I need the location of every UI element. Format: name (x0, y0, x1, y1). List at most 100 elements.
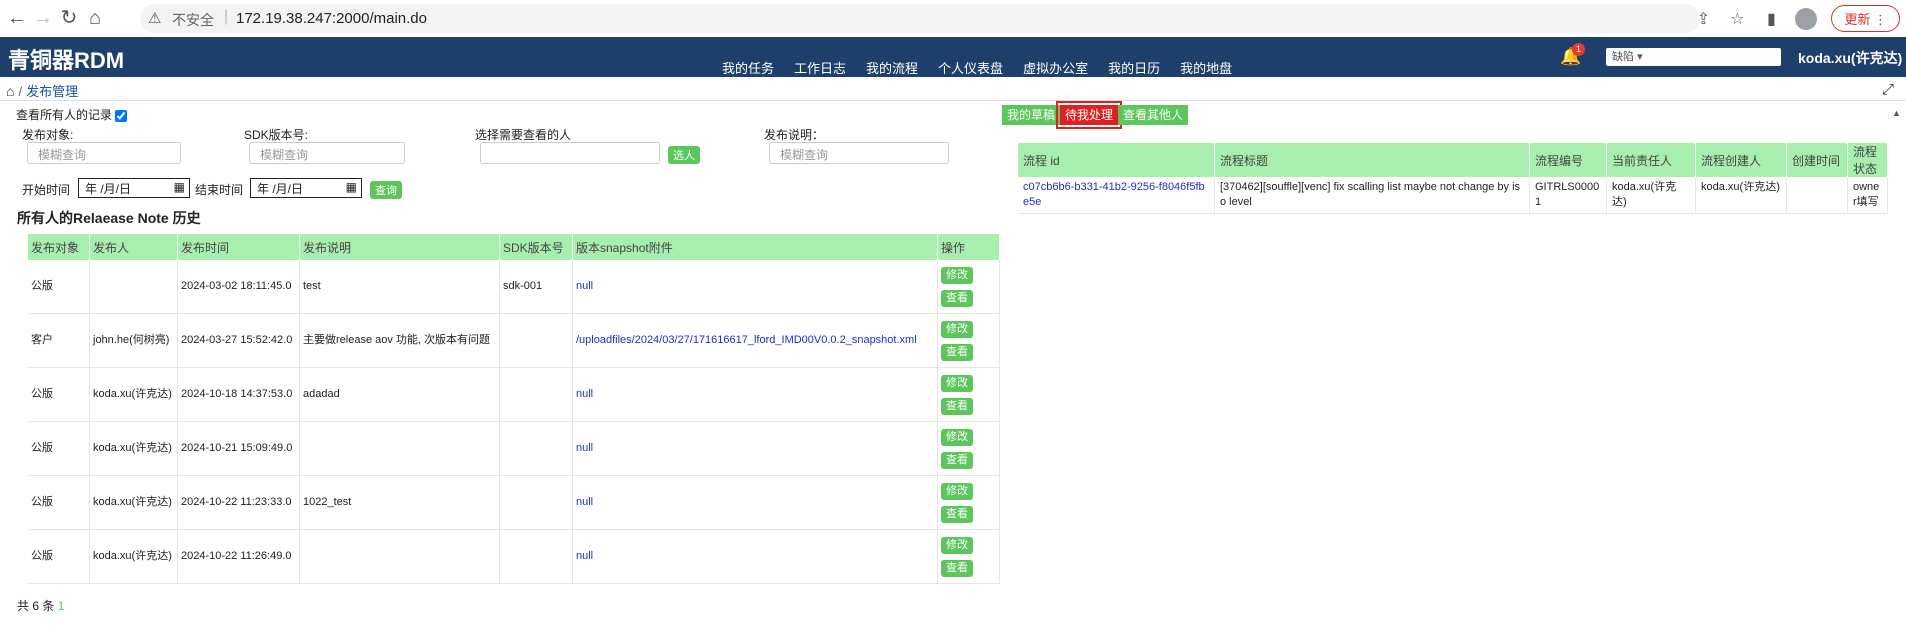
cell-time: 2024-03-27 15:52:42.0 (177, 313, 300, 368)
calendar-icon[interactable]: ▦ (346, 180, 357, 194)
column-header: SDK版本号 (499, 234, 573, 260)
back-icon[interactable]: ← (4, 5, 30, 31)
edit-button[interactable]: 修改 (941, 428, 973, 446)
edit-button[interactable]: 修改 (941, 374, 973, 392)
forward-icon[interactable]: → (30, 5, 56, 31)
cell-snapshot: /uploadfiles/2024/03/27/171616617_lford_… (572, 313, 938, 368)
insecure-label: 不安全 (172, 12, 214, 28)
view-button[interactable]: 查看 (941, 289, 973, 307)
nav-my-calendar[interactable]: 我的日历 (1108, 58, 1160, 77)
update-label: 更新 (1844, 12, 1871, 27)
breadcrumb: ⌂ / 发布管理 (6, 81, 78, 100)
edit-button[interactable]: 修改 (941, 536, 973, 554)
snapshot-link[interactable]: null (576, 496, 593, 508)
edit-button[interactable]: 修改 (941, 482, 973, 500)
column-header: 流程编号 (1529, 143, 1607, 177)
table-row: 客户 john.he(何树亮) 2024-03-27 15:52:42.0 主要… (28, 313, 1000, 368)
cell-desc (299, 529, 500, 584)
snapshot-link[interactable]: null (576, 550, 593, 562)
target-input[interactable]: 模糊查询 (27, 142, 181, 164)
tab-view-others[interactable]: 查看其他人 (1118, 105, 1189, 125)
home-icon[interactable]: ⌂ (82, 5, 108, 31)
app-logo[interactable]: 青铜器RDM (8, 43, 124, 75)
warning-icon: ⚠ (148, 10, 162, 27)
view-button[interactable]: 查看 (941, 397, 973, 415)
current-user[interactable]: koda.xu(许克达) (1798, 48, 1902, 68)
workflow-id-link[interactable]: c07cb6b6-b331-41b2-9256-f8046f5fbe5e (1023, 181, 1205, 208)
select-person-button[interactable]: 选人 (668, 146, 700, 164)
person-input[interactable] (480, 142, 660, 164)
fullscreen-icon[interactable]: ⤢ (1882, 81, 1894, 98)
column-header: 流程创建人 (1695, 143, 1787, 177)
start-date-input[interactable]: 年 /月/日 ▦ (78, 178, 190, 198)
query-button[interactable]: 查询 (370, 181, 402, 199)
cell-actions: 修改 查看 (937, 313, 1000, 368)
cell-target: 公版 (28, 529, 90, 584)
cell-workflow-number: GITRLS00001 (1529, 177, 1607, 214)
cell-workflow-title: [370462][souffle][venc] fix scalling lis… (1214, 177, 1530, 214)
cell-target: 公版 (28, 260, 90, 314)
cell-person: koda.xu(许克达) (89, 421, 178, 476)
column-header: 发布说明 (299, 234, 500, 260)
nav-dashboard[interactable]: 个人仪表盘 (938, 58, 1003, 77)
show-all-toggle[interactable]: 查看所有人的记录 (16, 106, 128, 123)
snapshot-link[interactable]: null (576, 388, 593, 400)
browser-toolbar: ← → ↻ ⌂ ⚠ 不安全 | 172.19.38.247:2000/main.… (0, 0, 1906, 38)
cell-workflow-status: owner填写 (1847, 177, 1888, 214)
end-time-label: 结束时间 (195, 183, 244, 197)
share-icon[interactable]: ⇪ (1693, 9, 1713, 29)
desc-input[interactable]: 模糊查询 (769, 142, 949, 164)
reload-icon[interactable]: ↻ (56, 5, 82, 31)
page-number[interactable]: 1 (58, 599, 65, 613)
calendar-icon[interactable]: ▦ (174, 180, 185, 194)
nav-virtual-office[interactable]: 虚拟办公室 (1023, 58, 1088, 77)
sdk-input[interactable]: 模糊查询 (249, 142, 405, 164)
address-separator: | (224, 8, 229, 25)
show-all-label: 查看所有人的记录 (16, 108, 113, 122)
cell-workflow-id: c07cb6b6-b331-41b2-9256-f8046f5fbe5e (1018, 177, 1215, 214)
profile-avatar[interactable] (1795, 7, 1818, 30)
view-button[interactable]: 查看 (941, 505, 973, 523)
breadcrumb-current[interactable]: 发布管理 (26, 84, 78, 99)
pagination: 共 6 条 1 (17, 597, 64, 614)
cell-sdk (499, 475, 573, 530)
end-date-placeholder: 年 /月/日 (257, 182, 304, 196)
start-time-label: 开始时间 (22, 183, 71, 197)
table-row: c07cb6b6-b331-41b2-9256-f8046f5fbe5e [37… (1018, 177, 1888, 214)
view-button[interactable]: 查看 (941, 451, 973, 469)
breadcrumb-separator: / (18, 84, 23, 99)
update-button[interactable]: 更新 ⋮ (1831, 5, 1900, 32)
side-panel-icon[interactable]: ▮ (1761, 9, 1781, 29)
address-bar[interactable]: ⚠ 不安全 | 172.19.38.247:2000/main.do (140, 4, 1700, 33)
column-header: 发布人 (89, 234, 178, 260)
cell-person: koda.xu(许克达) (89, 367, 178, 422)
bookmark-star-icon[interactable]: ☆ (1727, 9, 1747, 29)
snapshot-link[interactable]: /uploadfiles/2024/03/27/171616617_lford_… (576, 334, 917, 346)
cell-sdk: sdk-001 (499, 260, 573, 314)
tab-my-drafts[interactable]: 我的草稿 (1002, 105, 1061, 125)
cell-desc: 1022_test (299, 475, 500, 530)
edit-button[interactable]: 修改 (941, 266, 973, 284)
show-all-checkbox[interactable] (115, 109, 128, 122)
history-title: 所有人的Relaease Note 历史 (17, 210, 201, 226)
nav-my-workflow[interactable]: 我的流程 (866, 58, 918, 77)
snapshot-link[interactable]: null (576, 442, 593, 454)
nav-work-log[interactable]: 工作日志 (794, 58, 846, 77)
nav-my-space[interactable]: 我的地盘 (1180, 58, 1232, 77)
cell-target: 公版 (28, 421, 90, 476)
home-icon[interactable]: ⌂ (6, 83, 14, 99)
nav-my-tasks[interactable]: 我的任务 (722, 58, 774, 77)
scroll-up-icon[interactable]: ▲ (1892, 108, 1901, 118)
snapshot-link[interactable]: null (576, 280, 593, 292)
view-button[interactable]: 查看 (941, 343, 973, 361)
edit-button[interactable]: 修改 (941, 320, 973, 338)
top-nav: 我的任务 工作日志 我的流程 个人仪表盘 虚拟办公室 我的日历 我的地盘 (722, 58, 1232, 77)
url-text[interactable]: 172.19.38.247:2000/main.do (236, 10, 427, 27)
tab-pending-me[interactable]: 待我处理 (1056, 101, 1123, 129)
end-date-input[interactable]: 年 /月/日 ▦ (250, 178, 362, 198)
cell-desc (299, 421, 500, 476)
cell-target: 公版 (28, 367, 90, 422)
view-button[interactable]: 查看 (941, 559, 973, 577)
type-select[interactable]: 缺陷 ▾ (1606, 48, 1781, 66)
cell-time: 2024-10-22 11:26:49.0 (177, 529, 300, 584)
